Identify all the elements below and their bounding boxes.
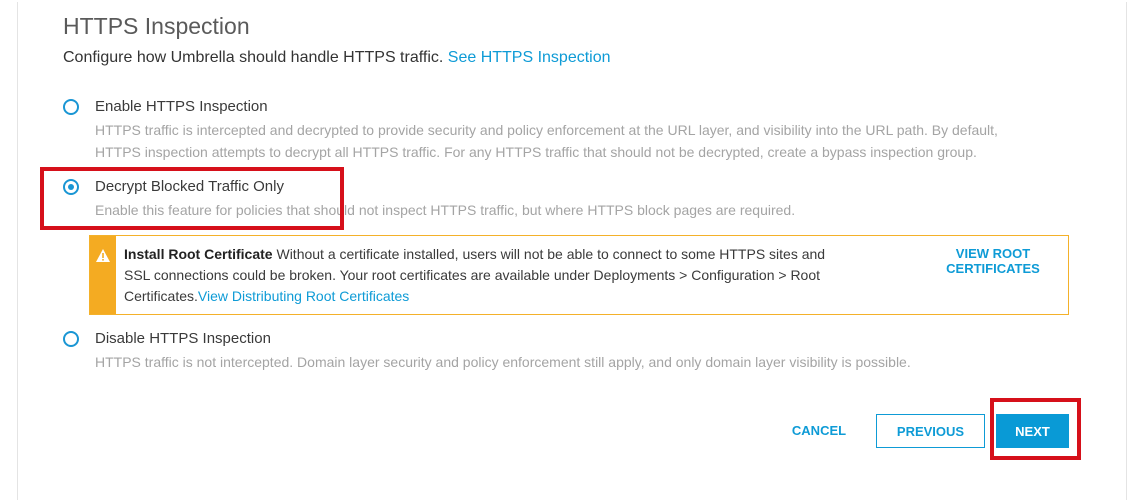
highlight-box-option [40,167,344,230]
page-title: HTTPS Inspection [63,13,250,39]
alert-message: Install Root Certificate Without a certi… [124,244,844,307]
option-label-enable[interactable]: Enable HTTPS Inspection [95,98,268,115]
option-desc-disable: HTTPS traffic is not intercepted. Domain… [95,354,911,370]
view-root-certificates-link[interactable]: VIEW ROOT CERTIFICATES [935,246,1051,276]
see-https-inspection-link[interactable]: See HTTPS Inspection [448,49,611,66]
cancel-button[interactable]: CANCEL [780,421,858,441]
page-subtitle: Configure how Umbrella should handle HTT… [63,49,611,67]
radio-disable-https-inspection[interactable] [63,331,79,347]
view-distributing-root-certificates-link[interactable]: View Distributing Root Certificates [198,288,409,304]
warning-icon [96,249,110,262]
view-root-line2: CERTIFICATES [946,261,1040,276]
highlight-box-next [990,398,1081,460]
option-desc-enable: HTTPS traffic is intercepted and decrypt… [95,119,1095,163]
root-certificate-alert: Install Root Certificate Without a certi… [89,235,1069,315]
alert-title: Install Root Certificate [124,246,273,262]
option-desc-enable-line1: HTTPS traffic is intercepted and decrypt… [95,122,998,138]
radio-enable-https-inspection[interactable] [63,99,79,115]
option-desc-enable-line2: HTTPS inspection attempts to decrypt all… [95,144,977,160]
view-root-line1: VIEW ROOT [955,246,1031,261]
previous-button[interactable]: PREVIOUS [876,414,985,448]
alert-accent-bar [90,236,116,314]
subtitle-text: Configure how Umbrella should handle HTT… [63,49,444,66]
option-label-disable[interactable]: Disable HTTPS Inspection [95,330,271,347]
